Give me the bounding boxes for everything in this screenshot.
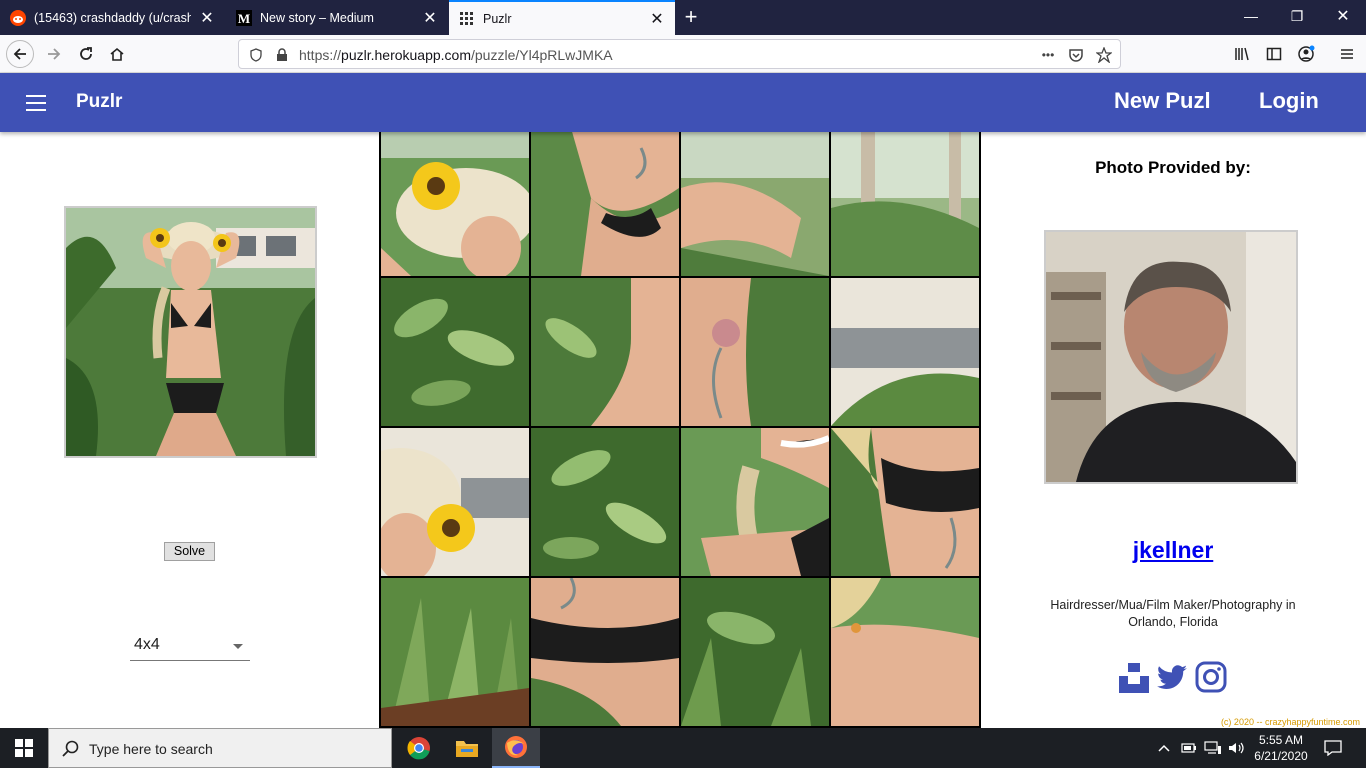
- network-icon[interactable]: [1203, 728, 1223, 768]
- battery-icon[interactable]: [1180, 728, 1198, 768]
- new-puzl-button[interactable]: New Puzl: [1114, 88, 1211, 114]
- instagram-icon[interactable]: [1195, 661, 1227, 693]
- puzzle-tile[interactable]: [681, 428, 829, 576]
- solve-button[interactable]: Solve: [164, 542, 215, 561]
- firefox-icon[interactable]: [492, 728, 540, 768]
- login-button[interactable]: Login: [1259, 88, 1319, 114]
- shield-icon[interactable]: [247, 46, 265, 64]
- page-actions-icon[interactable]: •••: [1039, 46, 1057, 64]
- photographer-username-link[interactable]: jkellner: [1040, 537, 1306, 564]
- pocket-icon[interactable]: [1067, 46, 1085, 64]
- url-bar[interactable]: https://puzlr.herokuapp.com/puzzle/Yl4pR…: [238, 39, 1121, 69]
- sidebar-icon[interactable]: [1260, 40, 1288, 68]
- reddit-icon: [10, 9, 26, 26]
- puzzle-tile[interactable]: [831, 278, 979, 426]
- puzlr-grid-icon: [459, 11, 475, 27]
- puzzle-size-value: 4x4: [134, 636, 160, 653]
- notifications-icon[interactable]: [1320, 728, 1346, 768]
- unsplash-icon[interactable]: [1118, 661, 1150, 693]
- tab-title: Puzlr: [483, 11, 512, 26]
- account-icon[interactable]: [1292, 40, 1320, 68]
- home-icon[interactable]: [103, 40, 131, 68]
- puzzle-tile[interactable]: [831, 428, 979, 576]
- hamburger-menu-icon[interactable]: [26, 95, 46, 111]
- back-icon[interactable]: [6, 40, 34, 68]
- tab-puzlr[interactable]: Puzlr ✕: [449, 0, 675, 35]
- app-header: Puzlr New Puzl Login: [0, 73, 1366, 132]
- tab-title: New story – Medium: [260, 10, 374, 25]
- photographer-bio: Hairdresser/Mua/Film Maker/Photography i…: [1050, 598, 1296, 629]
- puzzle-tile[interactable]: [681, 578, 829, 726]
- tab-reddit[interactable]: (15463) crashdaddy (u/crashdaddy) ✕: [0, 0, 225, 35]
- puzzle-tile[interactable]: [681, 278, 829, 426]
- puzzle-tile[interactable]: [381, 428, 529, 576]
- clock-date: 6/21/2020: [1254, 749, 1308, 763]
- svg-text:M: M: [238, 11, 250, 26]
- copyright-text: (c) 2020 -- crazyhappyfuntime.com: [1220, 717, 1360, 727]
- search-icon: [61, 740, 79, 763]
- windows-taskbar: Type here to search 5:55 AM 6/21/2020: [0, 728, 1366, 768]
- puzzle-preview-image: [64, 206, 317, 458]
- puzzle-tile[interactable]: [831, 578, 979, 726]
- taskbar-clock[interactable]: 5:55 AM 6/21/2020: [1250, 732, 1312, 764]
- chevron-up-icon[interactable]: [1156, 728, 1172, 768]
- windows-start-icon[interactable]: [0, 728, 48, 768]
- browser-toolbar: https://puzlr.herokuapp.com/puzzle/Yl4pR…: [0, 35, 1366, 73]
- restore-icon[interactable]: ❐: [1274, 0, 1320, 35]
- volume-icon[interactable]: [1227, 728, 1247, 768]
- chrome-icon[interactable]: [395, 728, 443, 768]
- forward-icon[interactable]: [40, 40, 68, 68]
- puzzle-tile[interactable]: [681, 128, 829, 276]
- file-explorer-icon[interactable]: [443, 728, 491, 768]
- app-title: Puzlr: [76, 91, 123, 112]
- tab-close-icon[interactable]: ✕: [649, 9, 665, 29]
- browser-tab-strip: (15463) crashdaddy (u/crashdaddy) ✕ M Ne…: [0, 0, 1366, 35]
- url-text: https://puzlr.herokuapp.com/puzzle/Yl4pR…: [299, 47, 613, 63]
- chevron-down-icon: [233, 644, 243, 649]
- puzzle-size-select[interactable]: 4x4: [130, 632, 250, 661]
- tab-medium[interactable]: M New story – Medium ✕: [226, 0, 448, 35]
- puzzle-tile[interactable]: [381, 278, 529, 426]
- puzzle-tile[interactable]: [381, 578, 529, 726]
- tab-title: (15463) crashdaddy (u/crashdaddy): [34, 10, 191, 25]
- puzzle-tile[interactable]: [531, 578, 679, 726]
- puzzle-tile[interactable]: [831, 128, 979, 276]
- puzzle-tile[interactable]: [531, 128, 679, 276]
- puzzle-tile[interactable]: [531, 428, 679, 576]
- window-close-icon[interactable]: ✕: [1320, 0, 1366, 35]
- bookmark-star-icon[interactable]: [1095, 46, 1113, 64]
- photographer-avatar: [1044, 230, 1298, 484]
- medium-icon: M: [236, 9, 252, 26]
- library-icon[interactable]: [1228, 40, 1256, 68]
- search-placeholder: Type here to search: [89, 741, 213, 757]
- lock-icon[interactable]: [273, 46, 291, 64]
- reload-icon[interactable]: [72, 40, 100, 68]
- clock-time: 5:55 AM: [1258, 733, 1304, 747]
- minimize-icon[interactable]: —: [1228, 0, 1274, 35]
- puzzle-grid: [379, 126, 981, 728]
- twitter-icon[interactable]: [1156, 661, 1188, 693]
- puzzle-tile[interactable]: [531, 278, 679, 426]
- tab-close-icon[interactable]: ✕: [199, 8, 215, 28]
- photo-credit-label: Photo Provided by:: [1095, 158, 1251, 177]
- menu-icon[interactable]: [1333, 40, 1361, 68]
- taskbar-search-input[interactable]: Type here to search: [48, 728, 392, 768]
- puzzle-tile[interactable]: [381, 128, 529, 276]
- tab-close-icon[interactable]: ✕: [422, 8, 438, 28]
- new-tab-icon[interactable]: +: [678, 4, 704, 30]
